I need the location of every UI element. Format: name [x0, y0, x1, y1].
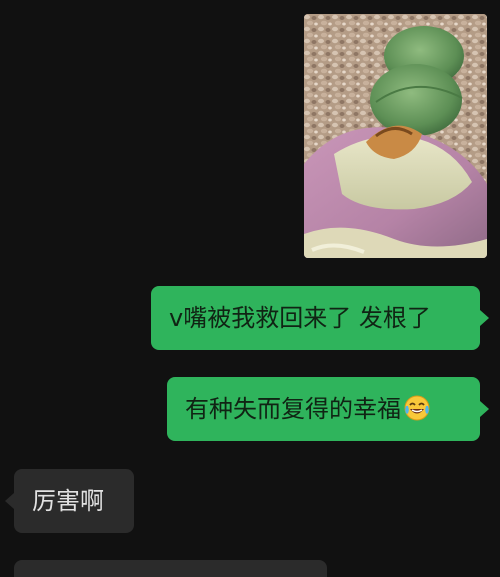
message-bubble-incoming-partial[interactable] — [14, 560, 327, 577]
message-bubble-outgoing[interactable]: 有种失而复得的幸福 — [167, 377, 480, 441]
message-bubble-incoming[interactable]: 厉害啊 — [14, 469, 134, 533]
message-image-outgoing[interactable] — [304, 14, 487, 258]
chat-window: v嘴被我救回来了 发根了 有种失而复得的幸福 厉害啊 — [0, 0, 500, 577]
message-text: 有种失而复得的幸福 — [185, 395, 401, 423]
tears-of-joy-emoji — [403, 394, 431, 422]
message-text: 厉害啊 — [32, 487, 104, 515]
message-bubble-outgoing[interactable]: v嘴被我救回来了 发根了 — [151, 286, 480, 350]
bubble-tail — [480, 310, 489, 326]
plant-photo — [304, 14, 487, 258]
bubble-tail — [480, 401, 489, 417]
bubble-tail — [5, 493, 14, 509]
message-text: v嘴被我救回来了 发根了 — [169, 304, 431, 332]
